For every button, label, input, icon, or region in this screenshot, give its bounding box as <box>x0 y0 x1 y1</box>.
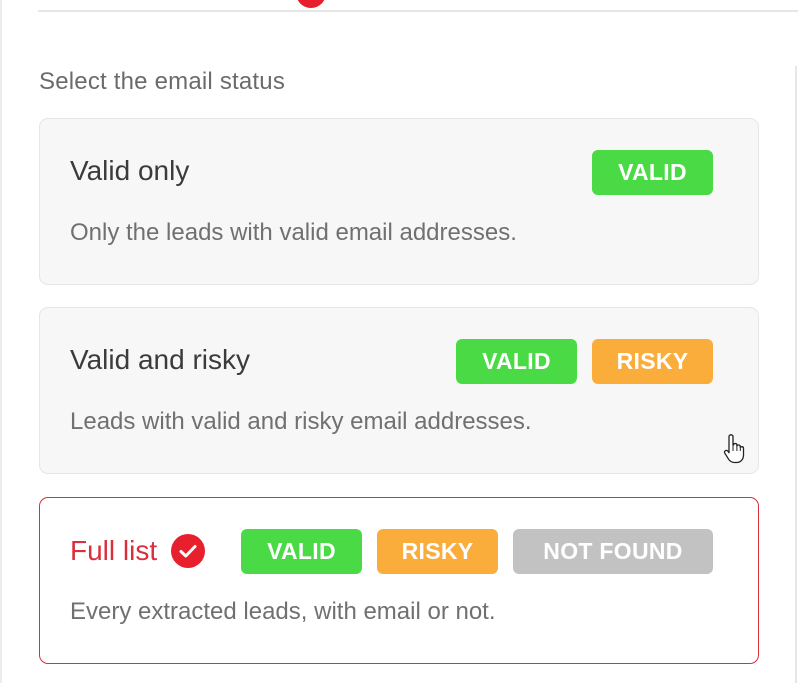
hand-pointer-icon <box>723 434 745 464</box>
top-divider <box>38 10 798 12</box>
tag-group: VALID <box>592 150 713 195</box>
option-description: Leads with valid and risky email address… <box>70 408 532 435</box>
option-full-list[interactable]: Full list VALID RISKY NOT FOUND Every ex… <box>39 497 759 664</box>
left-border <box>0 0 2 683</box>
risky-tag: RISKY <box>592 339 713 384</box>
option-title-text: Valid and risky <box>70 344 251 375</box>
step-indicator-dot <box>296 0 326 8</box>
valid-tag: VALID <box>592 150 713 195</box>
option-valid-only[interactable]: Valid only VALID Only the leads with val… <box>39 118 759 285</box>
section-label: Select the email status <box>39 68 286 95</box>
not-found-tag: NOT FOUND <box>513 529 713 574</box>
option-title: Valid and risky <box>70 344 250 376</box>
option-description: Only the leads with valid email addresse… <box>70 219 517 246</box>
option-valid-and-risky[interactable]: Valid and risky VALID RISKY Leads with v… <box>39 307 759 474</box>
option-title-text: Full list <box>70 535 158 566</box>
option-title: Valid only <box>70 155 189 187</box>
option-title-text: Valid only <box>70 155 190 186</box>
tag-group: VALID RISKY <box>456 339 713 384</box>
tag-group: VALID RISKY NOT FOUND <box>241 529 713 574</box>
scrollbar[interactable] <box>795 66 797 683</box>
email-status-panel: Select the email status Valid only VALID… <box>0 0 805 683</box>
check-circle-icon <box>171 534 206 568</box>
option-description: Every extracted leads, with email or not… <box>70 598 496 625</box>
risky-tag: RISKY <box>377 529 498 574</box>
valid-tag: VALID <box>456 339 577 384</box>
valid-tag: VALID <box>241 529 362 574</box>
option-title: Full list <box>70 534 206 568</box>
